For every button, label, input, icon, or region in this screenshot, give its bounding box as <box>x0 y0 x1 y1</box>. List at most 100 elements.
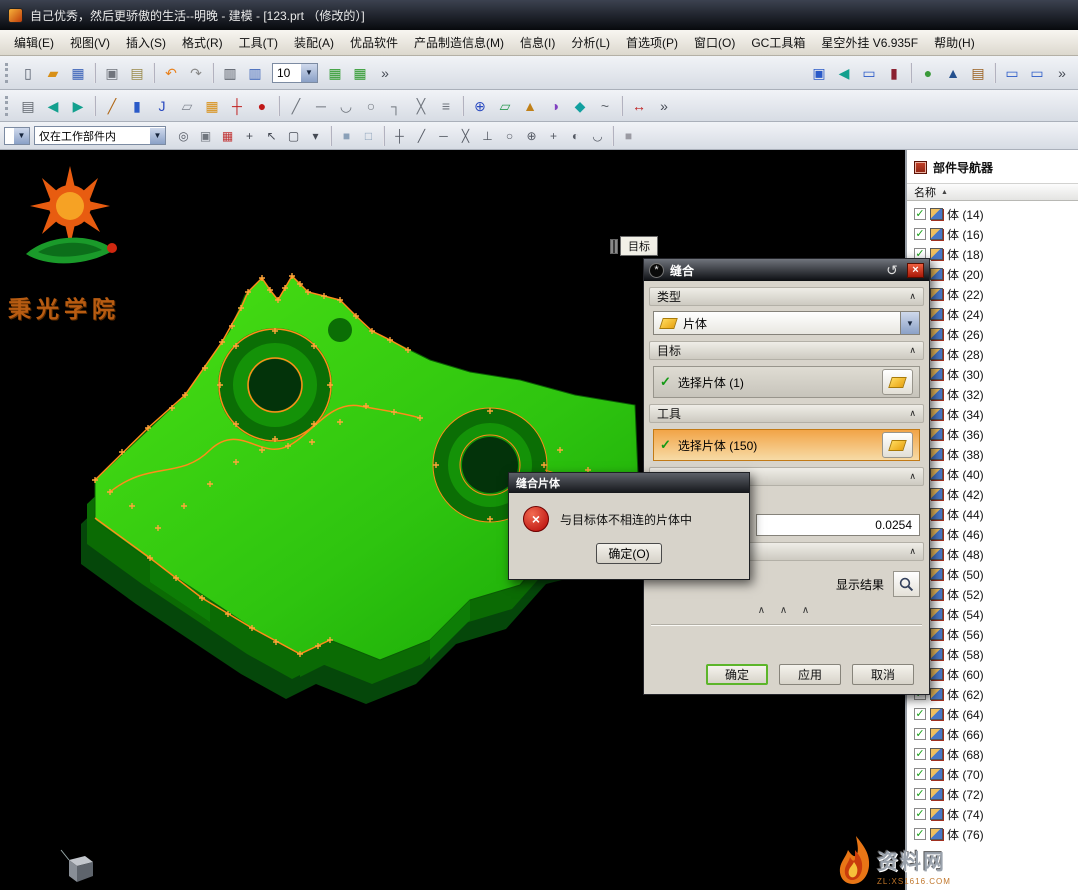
snap-quadrant-icon[interactable]: ◐ <box>565 125 586 146</box>
print-icon[interactable]: ▥ <box>218 61 242 85</box>
checkbox-icon[interactable]: ✓ <box>914 808 926 820</box>
csys-icon[interactable]: ⊕ <box>468 94 492 118</box>
close-icon[interactable]: × <box>907 263 924 278</box>
nav-item[interactable]: ✓ 体 (26) <box>907 324 1078 344</box>
menu-item[interactable]: 装配(A) <box>286 30 342 55</box>
marquee-icon[interactable]: ▢ <box>283 125 304 146</box>
dialog-collapse-handle[interactable]: ∧ ∧ ∧ <box>644 605 929 619</box>
tolerance-field[interactable]: 0.0254 <box>756 514 920 536</box>
reset-icon[interactable]: ↺ <box>883 262 901 279</box>
measure-icon[interactable]: ↔ <box>627 94 651 118</box>
selection-scope-combo[interactable]: 仅在工作部件内 ▼ <box>34 126 166 145</box>
drag-grip-icon[interactable] <box>610 239 618 254</box>
sweep-icon[interactable]: ~ <box>593 94 617 118</box>
trim-icon[interactable]: ╳ <box>409 94 433 118</box>
menu-item[interactable]: GC工具箱 <box>743 30 813 55</box>
info-sheet-icon[interactable]: ▦ <box>323 61 347 85</box>
arc-icon[interactable]: ◡ <box>334 94 358 118</box>
display-monitor-icon[interactable]: ▭ <box>1000 61 1024 85</box>
menu-item[interactable]: 星空外挂 V6.935F <box>813 30 926 55</box>
type-filter-dropdown[interactable]: ▼ <box>4 127 30 145</box>
error-dialog-titlebar[interactable]: 缝合片体 <box>509 473 749 493</box>
type-combo[interactable]: 片体 ▼ <box>653 311 920 335</box>
nav-item[interactable]: ✓ 体 (74) <box>907 804 1078 824</box>
nav-item[interactable]: ✓ 体 (38) <box>907 444 1078 464</box>
more-chevron-icon[interactable]: » <box>373 61 397 85</box>
wcs-triad-icon[interactable] <box>55 848 101 888</box>
open-folder-icon[interactable]: ▰ <box>41 61 65 85</box>
nav-item[interactable]: ✓ 体 (40) <box>907 464 1078 484</box>
snap-plus-icon[interactable]: + <box>543 125 564 146</box>
checkbox-icon[interactable]: ✓ <box>914 788 926 800</box>
sew-error-dialog[interactable]: 缝合片体 × 与目标体不相连的片体中 确定(O) <box>508 472 750 580</box>
checkbox-icon[interactable]: ✓ <box>914 768 926 780</box>
menu-item[interactable]: 窗口(O) <box>686 30 743 55</box>
nav-item[interactable]: ✓ 体 (30) <box>907 364 1078 384</box>
snap-intersection-icon[interactable]: ╳ <box>455 125 476 146</box>
nav-item[interactable]: ✓ 体 (20) <box>907 264 1078 284</box>
menu-item[interactable]: 信息(I) <box>512 30 563 55</box>
snap-point-icon[interactable]: ┼ <box>389 125 410 146</box>
nav-item[interactable]: ✓ 体 (46) <box>907 524 1078 544</box>
return-icon[interactable]: ◀ <box>832 61 856 85</box>
journal-icon[interactable]: J <box>150 94 174 118</box>
section-type[interactable]: 类型 ∧ <box>649 287 924 306</box>
new-file-icon[interactable]: ▯ <box>16 61 40 85</box>
sphere-check-icon[interactable]: ● <box>916 61 940 85</box>
snap-perpendicular-icon[interactable]: ⊥ <box>477 125 498 146</box>
nav-item[interactable]: ✓ 体 (32) <box>907 384 1078 404</box>
toolbar-grip[interactable] <box>5 96 11 116</box>
chevron-down-icon[interactable]: ▼ <box>900 312 919 334</box>
nav-forward-icon[interactable]: ▶ <box>66 94 90 118</box>
scope-lock-icon[interactable]: ▣ <box>195 125 216 146</box>
point-icon[interactable]: ┼ <box>225 94 249 118</box>
revolve-icon[interactable]: ◑ <box>543 94 567 118</box>
sketch-icon[interactable]: ▦ <box>200 94 224 118</box>
circle-icon[interactable]: ○ <box>359 94 383 118</box>
paste-icon[interactable]: ▤ <box>125 61 149 85</box>
nav-item[interactable]: ✓ 体 (66) <box>907 724 1078 744</box>
station-icon[interactable]: ▣ <box>807 61 831 85</box>
segment-icon[interactable]: ─ <box>309 94 333 118</box>
window-icon[interactable]: ▭ <box>857 61 881 85</box>
menu-item[interactable]: 视图(V) <box>62 30 118 55</box>
dialog-menu-icon[interactable]: * <box>649 263 664 278</box>
menu-item[interactable]: 产品制造信息(M) <box>406 30 512 55</box>
offset-icon[interactable]: ≡ <box>434 94 458 118</box>
chevron-down-icon[interactable]: ▼ <box>301 64 317 82</box>
checkbox-icon[interactable]: ✓ <box>914 208 926 220</box>
nav-item[interactable]: ✓ 体 (34) <box>907 404 1078 424</box>
snap-circle-icon[interactable]: ○ <box>499 125 520 146</box>
nav-item[interactable]: ✓ 体 (14) <box>907 204 1078 224</box>
checkbox-icon[interactable]: ✓ <box>914 748 926 760</box>
apply-button[interactable]: 应用 <box>779 664 841 685</box>
checkbox-icon[interactable]: ✓ <box>914 228 926 240</box>
plane-icon[interactable]: ▱ <box>493 94 517 118</box>
sphere-icon[interactable]: ● <box>250 94 274 118</box>
checkbox-icon[interactable]: ✓ <box>914 728 926 740</box>
cursor-icon[interactable]: ↖ <box>261 125 282 146</box>
nav-back-icon[interactable]: ◀ <box>41 94 65 118</box>
nav-item[interactable]: ✓ 体 (72) <box>907 784 1078 804</box>
surface-icon[interactable]: ◆ <box>568 94 592 118</box>
ok-button[interactable]: 确定 <box>706 664 768 685</box>
select-sheet-button[interactable] <box>882 369 913 395</box>
nav-item[interactable]: ✓ 体 (62) <box>907 684 1078 704</box>
nav-item[interactable]: ✓ 体 (44) <box>907 504 1078 524</box>
selection-filter-icon[interactable]: ▦ <box>217 125 238 146</box>
nav-item[interactable]: ✓ 体 (18) <box>907 244 1078 264</box>
marquee-dropdown-icon[interactable]: ▾ <box>305 125 326 146</box>
report-bars-icon[interactable]: ▮ <box>882 61 906 85</box>
nav-item[interactable]: ✓ 体 (36) <box>907 424 1078 444</box>
section-target[interactable]: 目标 ∧ <box>649 341 924 360</box>
sew-dialog-titlebar[interactable]: * 缝合 ↺ × <box>644 259 929 281</box>
error-ok-button[interactable]: 确定(O) <box>596 543 662 564</box>
nav-item[interactable]: ✓ 体 (16) <box>907 224 1078 244</box>
display-monitor2-icon[interactable]: ▭ <box>1025 61 1049 85</box>
nav-item[interactable]: ✓ 体 (60) <box>907 664 1078 684</box>
nav-item[interactable]: ✓ 体 (68) <box>907 744 1078 764</box>
cancel-button[interactable]: 取消 <box>852 664 914 685</box>
snap-tangent-icon[interactable]: ◡ <box>587 125 608 146</box>
window-titlebar[interactable]: 自己优秀，然后更骄傲的生活--明晚 - 建模 - [123.prt （修改的）] <box>0 0 1078 30</box>
part-sheet-icon[interactable]: ▦ <box>348 61 372 85</box>
